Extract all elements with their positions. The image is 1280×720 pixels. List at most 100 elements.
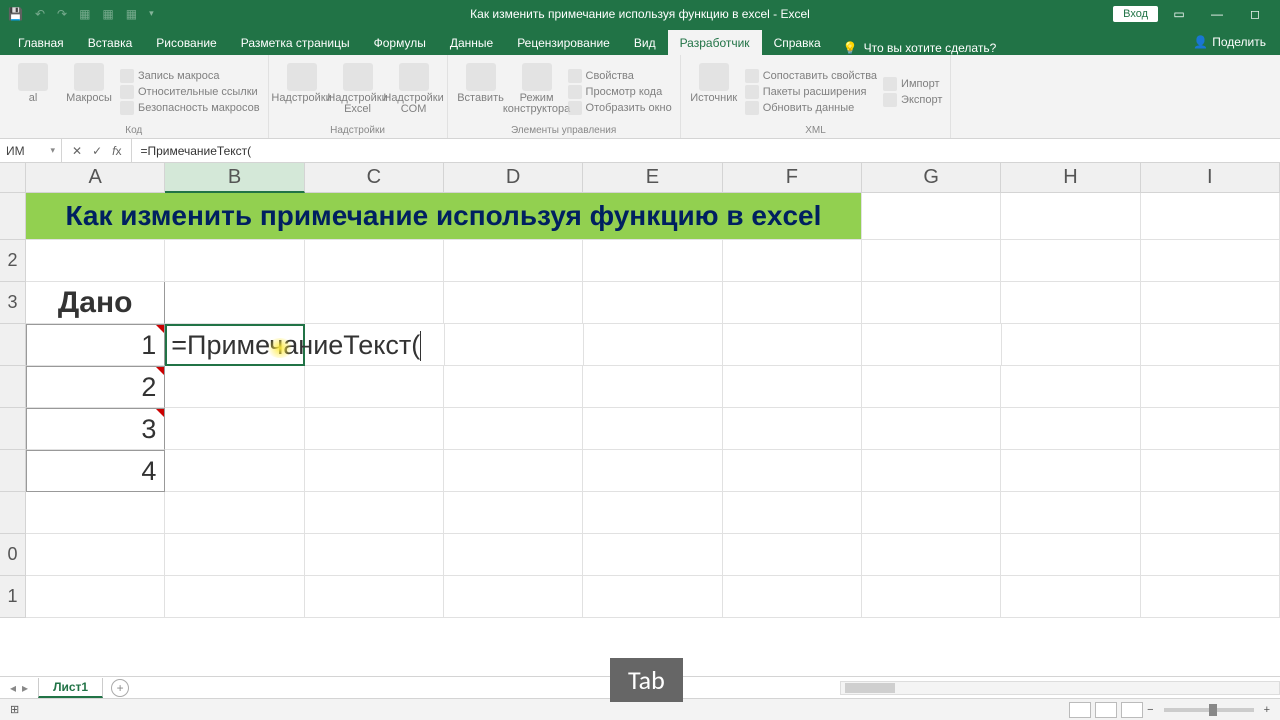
cell[interactable]	[165, 408, 304, 450]
cell[interactable]	[165, 534, 304, 576]
data-cell[interactable]: 3	[26, 408, 165, 450]
tell-me-search[interactable]: 💡 Что вы хотите сделать?	[833, 41, 1007, 55]
cell[interactable]	[1001, 408, 1140, 450]
sheet-tab[interactable]: Лист1	[38, 678, 103, 698]
data-cell[interactable]: 1	[26, 324, 165, 366]
tab-layout[interactable]: Разметка страницы	[229, 30, 362, 55]
row-header[interactable]	[0, 408, 26, 450]
run-dialog-button[interactable]: Отобразить окно	[568, 101, 672, 115]
cell[interactable]	[165, 240, 304, 282]
next-sheet-icon[interactable]: ▸	[22, 681, 28, 695]
data-cell[interactable]: 4	[26, 450, 165, 492]
xml-import-button[interactable]: Импорт	[883, 77, 942, 91]
title-cell[interactable]: Как изменить примечание используя функци…	[26, 193, 862, 240]
cell[interactable]	[444, 240, 583, 282]
cell[interactable]	[583, 450, 722, 492]
cell[interactable]	[305, 408, 444, 450]
zoom-out-button[interactable]: −	[1147, 704, 1153, 716]
row-header[interactable]	[0, 492, 26, 534]
tab-view[interactable]: Вид	[622, 30, 668, 55]
cell[interactable]	[1141, 534, 1280, 576]
cell[interactable]	[583, 534, 722, 576]
cell[interactable]	[1141, 492, 1280, 534]
prev-sheet-icon[interactable]: ◂	[10, 681, 16, 695]
cell[interactable]	[1141, 450, 1280, 492]
cell[interactable]	[305, 534, 444, 576]
enter-icon[interactable]: ✓	[92, 144, 102, 158]
formula-input[interactable]: =ПримечаниеТекст(	[132, 144, 1280, 158]
column-header[interactable]: A	[26, 163, 165, 193]
cell[interactable]	[1001, 240, 1140, 282]
cell[interactable]	[862, 240, 1001, 282]
cell[interactable]	[444, 366, 583, 408]
share-button[interactable]: 👤 Поделить	[1179, 29, 1280, 55]
cell[interactable]	[305, 492, 444, 534]
cell[interactable]	[165, 450, 304, 492]
cell[interactable]	[862, 534, 1001, 576]
cell[interactable]	[165, 576, 304, 618]
cell[interactable]	[444, 534, 583, 576]
row-header[interactable]	[0, 366, 26, 408]
cancel-icon[interactable]: ✕	[72, 144, 82, 158]
excel-addins-button[interactable]: Надстройки Excel	[333, 59, 383, 124]
relative-refs-button[interactable]: Относительные ссылки	[120, 85, 260, 99]
qat-icon[interactable]: ▦	[102, 7, 113, 21]
cell[interactable]	[862, 408, 1001, 450]
row-header[interactable]: 0	[0, 534, 26, 576]
cell[interactable]	[444, 408, 583, 450]
column-header[interactable]: H	[1001, 163, 1140, 193]
row-header[interactable]	[0, 450, 26, 492]
cell[interactable]	[862, 366, 1001, 408]
cell[interactable]	[583, 492, 722, 534]
cell[interactable]	[1141, 324, 1280, 366]
undo-icon[interactable]: ↶	[35, 7, 45, 21]
sheet-nav[interactable]: ◂▸	[0, 681, 38, 695]
cell[interactable]	[1001, 450, 1140, 492]
login-button[interactable]: Вход	[1113, 6, 1158, 22]
visual-basic-button[interactable]: al	[8, 59, 58, 124]
tab-review[interactable]: Рецензирование	[505, 30, 622, 55]
xml-source-button[interactable]: Источник	[689, 59, 739, 124]
cell[interactable]	[305, 576, 444, 618]
cell[interactable]	[305, 450, 444, 492]
cell[interactable]	[1001, 534, 1140, 576]
cell[interactable]	[723, 324, 862, 366]
properties-button[interactable]: Свойства	[568, 69, 672, 83]
record-macro-button[interactable]: Запись макроса	[120, 69, 260, 83]
tab-data[interactable]: Данные	[438, 30, 505, 55]
dano-header-cell[interactable]: Дано	[26, 282, 165, 324]
cell[interactable]	[305, 282, 444, 324]
normal-view-button[interactable]	[1069, 702, 1091, 718]
cell[interactable]	[583, 282, 722, 324]
cell[interactable]	[723, 240, 862, 282]
cell[interactable]	[165, 282, 304, 324]
add-sheet-button[interactable]: +	[111, 679, 129, 697]
save-icon[interactable]: 💾	[8, 7, 23, 21]
macro-security-button[interactable]: Безопасность макросов	[120, 101, 260, 115]
ribbon-options-icon[interactable]: ▭	[1162, 3, 1196, 25]
view-code-button[interactable]: Просмотр кода	[568, 85, 672, 99]
cell[interactable]	[723, 408, 862, 450]
name-box[interactable]: ИМ	[0, 139, 62, 162]
cell[interactable]	[1002, 324, 1141, 366]
cell[interactable]	[583, 240, 722, 282]
map-properties-button[interactable]: Сопоставить свойства	[745, 69, 877, 83]
zoom-slider[interactable]	[1164, 708, 1254, 712]
page-layout-button[interactable]	[1095, 702, 1117, 718]
cell[interactable]	[444, 450, 583, 492]
cell[interactable]	[1141, 240, 1280, 282]
qat-more-icon[interactable]: ▾	[149, 8, 154, 19]
worksheet[interactable]: ABCDEFGHI 2301 Как изменить примечание и…	[0, 163, 1280, 703]
tab-help[interactable]: Справка	[762, 30, 833, 55]
minimize-icon[interactable]: —	[1200, 3, 1234, 25]
cell[interactable]	[165, 366, 304, 408]
cell[interactable]	[1001, 193, 1140, 240]
cell[interactable]	[583, 576, 722, 618]
cell[interactable]	[26, 534, 165, 576]
cell[interactable]	[862, 450, 1001, 492]
tab-formulas[interactable]: Формулы	[362, 30, 438, 55]
cell[interactable]	[1141, 282, 1280, 324]
row-header[interactable]	[0, 193, 26, 240]
cell[interactable]	[583, 366, 722, 408]
addins-button[interactable]: Надстройки	[277, 59, 327, 124]
